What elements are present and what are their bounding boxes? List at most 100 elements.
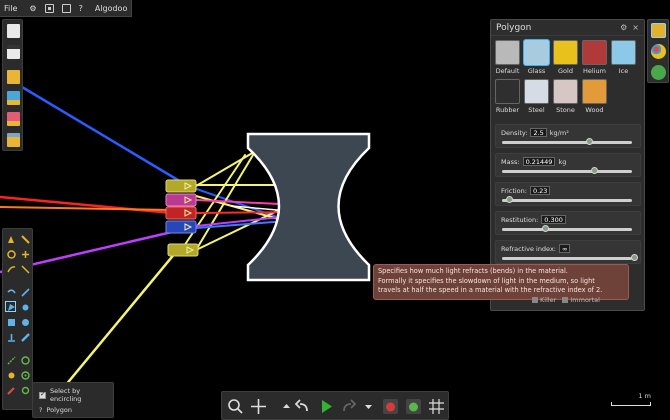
move-tool-icon[interactable] <box>20 234 31 245</box>
algodoo-menu[interactable]: Algodoo <box>91 0 132 17</box>
help-icon[interactable]: ? <box>75 0 87 17</box>
material-stone[interactable]: Stone <box>553 79 578 114</box>
property-slider-knob[interactable] <box>542 225 550 232</box>
axle-tool-icon[interactable] <box>20 370 31 381</box>
gear-icon[interactable]: ⚙ <box>25 0 40 17</box>
property-value-field[interactable]: 0.300 <box>541 215 566 224</box>
property-slider-knob[interactable] <box>630 254 638 261</box>
material-swatch[interactable] <box>524 79 549 104</box>
material-swatch[interactable] <box>495 40 520 65</box>
material-swatch[interactable] <box>611 40 636 65</box>
step-down-icon[interactable] <box>360 398 377 415</box>
knife-tool-icon[interactable] <box>6 264 17 275</box>
panel-header: Polygon ⚙ × <box>491 20 644 36</box>
material-ice[interactable]: Ice <box>611 40 636 75</box>
immortal-option[interactable]: Immortal <box>562 296 600 304</box>
material-helium[interactable]: Helium <box>582 40 607 75</box>
property-value-field[interactable]: 0.21449 <box>522 157 556 166</box>
simulation-canvas[interactable]: File ⚙ ? Algodoo ✓ Select by encircling … <box>0 0 670 420</box>
plane-tool-icon[interactable] <box>6 332 17 343</box>
material-label: Glass <box>527 67 546 75</box>
spring-tool-icon[interactable] <box>6 355 17 366</box>
material-gold[interactable]: Gold <box>553 40 578 75</box>
killer-checkbox[interactable] <box>532 297 538 303</box>
material-label: Default <box>495 67 520 75</box>
material-swatch[interactable] <box>582 40 607 65</box>
material-swatch[interactable] <box>495 79 520 104</box>
circle-tool-icon[interactable] <box>20 317 31 328</box>
property-value-field[interactable]: 0.23 <box>529 186 551 195</box>
property-value-field[interactable]: 2.5 <box>530 128 547 137</box>
material-label: Helium <box>583 67 606 75</box>
brush-tool-icon[interactable] <box>6 287 17 298</box>
killer-option[interactable]: Killer <box>532 296 556 304</box>
open-folder-icon[interactable] <box>7 70 20 84</box>
scale-tool-icon[interactable] <box>20 249 31 260</box>
step-up-icon[interactable] <box>278 398 295 415</box>
select-by-encircling-option[interactable]: Select by encircling <box>39 387 113 403</box>
material-swatch[interactable] <box>553 40 578 65</box>
property-label: Friction: <box>501 186 527 195</box>
property-slider-track[interactable] <box>502 228 632 231</box>
material-wood[interactable]: Wood <box>582 79 607 114</box>
immortal-checkbox[interactable] <box>562 297 569 303</box>
appearance-palette-icon[interactable] <box>651 44 666 59</box>
thruster-tool-icon[interactable] <box>6 370 17 381</box>
material-default[interactable]: Default <box>495 40 520 75</box>
panel-gear-icon[interactable]: ⚙ <box>620 23 627 32</box>
polygon-tool-label-row: ? Polygon <box>39 406 72 414</box>
property-value-field[interactable]: ∞ <box>558 244 571 253</box>
sketch-tool-icon[interactable] <box>20 287 31 298</box>
undo-icon[interactable] <box>294 398 311 415</box>
property-slider-track[interactable] <box>502 170 632 173</box>
laser-tool-icon[interactable] <box>6 385 17 396</box>
tool-options-box: Select by encircling ? Polygon <box>32 382 114 418</box>
save-folder-icon[interactable] <box>7 91 20 105</box>
grid-icon[interactable] <box>428 398 445 415</box>
gravity-icon[interactable] <box>382 398 399 415</box>
new-document-icon[interactable] <box>7 24 20 38</box>
panel-close-icon[interactable]: × <box>632 23 639 32</box>
redo-icon[interactable] <box>340 398 357 415</box>
export-folder-icon[interactable] <box>7 133 20 147</box>
new-scene-icon[interactable] <box>7 45 20 59</box>
pan-icon[interactable] <box>250 398 267 415</box>
property-slider-track[interactable] <box>502 257 632 260</box>
material-swatch[interactable] <box>553 79 578 104</box>
window-icon[interactable] <box>41 0 58 17</box>
tracer-pen-icon[interactable] <box>20 385 31 396</box>
properties-icon[interactable] <box>651 23 666 38</box>
velocity-icon[interactable] <box>651 65 666 80</box>
rotate-tool-icon[interactable] <box>6 249 17 260</box>
concave-lens-polygon[interactable] <box>246 132 371 282</box>
select-by-encircling-checkbox[interactable] <box>39 390 46 399</box>
property-slider-track[interactable] <box>502 141 632 144</box>
play-icon[interactable] <box>318 398 335 415</box>
tools-toolbar <box>2 228 33 410</box>
file-menu[interactable]: File <box>0 0 21 17</box>
tooltip-line-3: travels at half the speed in a material … <box>378 286 603 294</box>
material-glass[interactable]: Glass <box>524 40 549 75</box>
drag-tool-icon[interactable] <box>6 234 17 245</box>
material-label: Steel <box>528 106 545 114</box>
material-swatch[interactable] <box>524 40 549 65</box>
laser-group[interactable] <box>165 179 199 257</box>
air-friction-icon[interactable] <box>405 398 422 415</box>
chain-tool-icon[interactable] <box>20 332 31 343</box>
scenes-folder-icon[interactable] <box>7 112 20 126</box>
save-icon[interactable] <box>58 0 75 17</box>
property-slider-knob[interactable] <box>585 138 593 145</box>
property-slider-track[interactable] <box>502 199 632 202</box>
material-rubber[interactable]: Rubber <box>495 79 520 114</box>
material-label: Rubber <box>495 106 520 114</box>
property-label-group: Refractive index: ∞ <box>501 244 573 253</box>
gear-tool-icon[interactable] <box>20 302 31 313</box>
fixate-tool-icon[interactable] <box>20 355 31 366</box>
polygon-tool-icon[interactable] <box>5 301 16 312</box>
material-steel[interactable]: Steel <box>524 79 549 114</box>
property-slider-knob[interactable] <box>590 167 598 174</box>
zoom-icon[interactable] <box>227 398 244 415</box>
material-swatch[interactable] <box>582 79 607 104</box>
box-tool-icon[interactable] <box>6 317 17 328</box>
tracer-tool-icon[interactable] <box>20 264 31 275</box>
